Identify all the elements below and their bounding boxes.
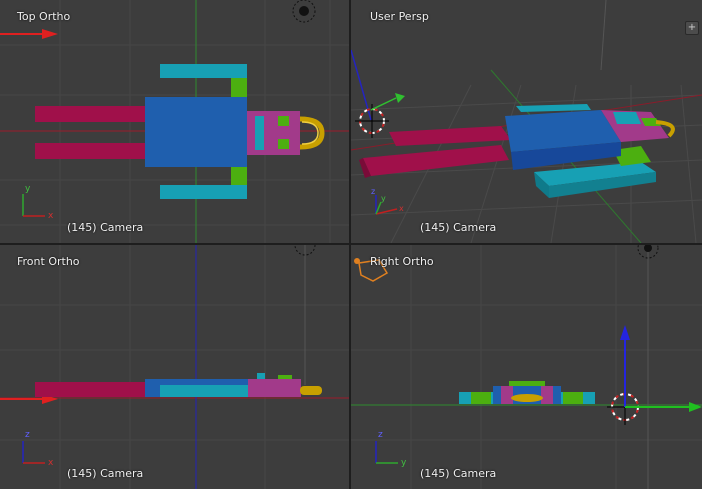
viewport-user-persp[interactable]: z y x User Persp (145) Camera +	[351, 0, 702, 243]
axis-gizmo-icon	[375, 195, 398, 215]
viewport-top-ortho-canvas: y x	[0, 0, 349, 243]
viewport-top-ortho[interactable]: y x Top Ortho (145) Camera	[0, 0, 349, 243]
add-region-button[interactable]: +	[685, 21, 699, 35]
axis-gizmo-icon	[375, 441, 398, 464]
viewport-front-ortho-canvas: z x	[0, 245, 349, 489]
viewport-title: User Persp	[370, 10, 429, 23]
axis-label-x: x	[48, 458, 54, 468]
axis-label-y: y	[381, 194, 386, 203]
axis-label-z: z	[378, 430, 383, 440]
transform-manipulator-icon[interactable]	[620, 325, 702, 412]
viewport-right-ortho-canvas: z y	[351, 245, 702, 489]
axis-label-y: y	[401, 458, 407, 468]
viewport-right-ortho[interactable]: z y Right Ortho (145) Camera	[351, 245, 702, 489]
viewport-info: (145) Camera	[420, 467, 497, 480]
viewport-info: (145) Camera	[67, 467, 144, 480]
axis-label-x: x	[48, 211, 54, 221]
axis-label-y: y	[25, 184, 31, 194]
axis-gizmo-icon	[22, 194, 45, 217]
viewport-front-ortho[interactable]: z x Front Ortho (145) Camera	[0, 245, 349, 489]
model-right-view	[459, 381, 595, 404]
viewport-info: (145) Camera	[67, 221, 144, 234]
model-persp-view	[359, 104, 675, 198]
viewport-divider-horizontal[interactable]	[0, 243, 702, 245]
axis-label-z: z	[371, 187, 375, 196]
axis-label-x: x	[399, 204, 404, 213]
axis-gizmo-icon	[22, 441, 45, 464]
viewport-title: Right Ortho	[370, 255, 434, 268]
viewport-title: Top Ortho	[17, 10, 71, 23]
viewport-title: Front Ortho	[17, 255, 80, 268]
lamp-icon	[292, 0, 316, 23]
camera-icon	[0, 29, 58, 39]
viewport-info: (145) Camera	[420, 221, 497, 234]
viewport-user-persp-canvas: z y x	[351, 0, 702, 243]
axis-label-z: z	[25, 430, 30, 440]
model-front-view	[35, 373, 322, 397]
